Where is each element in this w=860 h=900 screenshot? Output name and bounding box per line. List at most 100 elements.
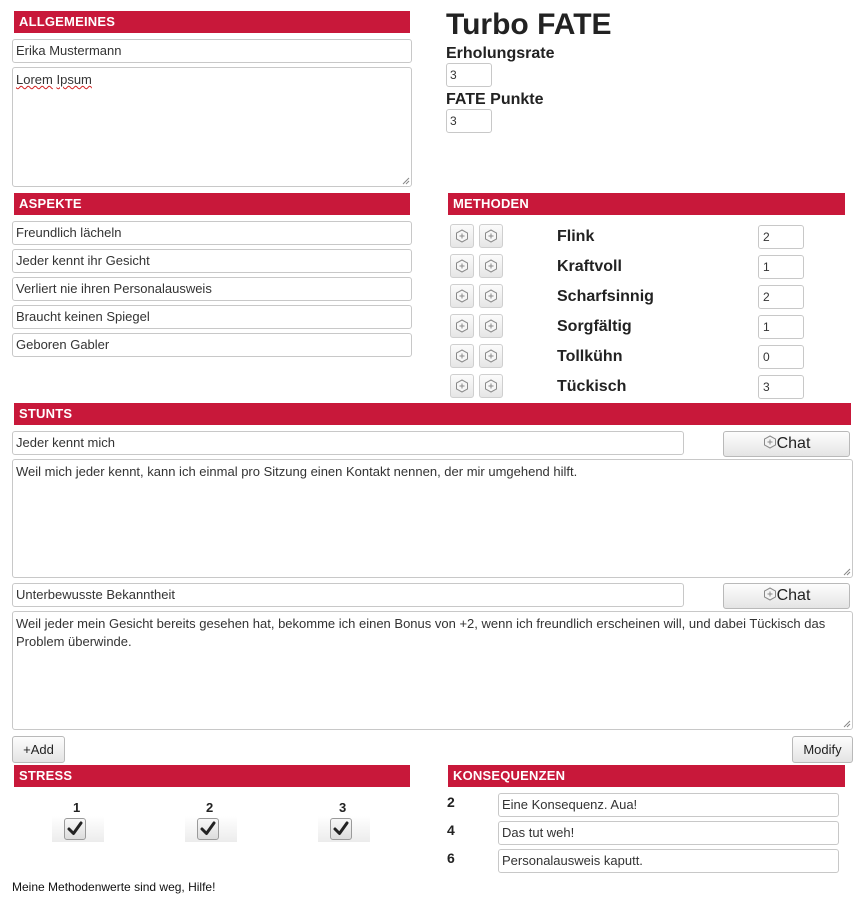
roll-die-button[interactable] <box>450 344 474 368</box>
fate-points-input[interactable]: 3 <box>446 109 492 133</box>
consequence-input[interactable]: Eine Konsequenz. Aua! <box>498 793 839 817</box>
stress-checkbox[interactable] <box>330 818 352 840</box>
approach-label: Tollkühn <box>557 348 623 365</box>
fate-die-icon <box>456 349 468 363</box>
roll-die-button[interactable] <box>479 254 503 278</box>
stress-box-label: 3 <box>339 800 347 815</box>
roll-die-button[interactable] <box>479 344 503 368</box>
refresh-label: Erholungsrate <box>446 45 555 62</box>
description-word: Ipsum <box>56 72 92 87</box>
stress-checkbox[interactable] <box>64 818 86 840</box>
character-name-input[interactable]: Erika Mustermann <box>12 39 412 63</box>
aspect-input[interactable]: Freundlich lächeln <box>12 221 412 245</box>
fate-die-icon <box>485 289 497 303</box>
stress-box-label: 1 <box>73 800 81 815</box>
roll-die-button[interactable] <box>479 284 503 308</box>
section-header-konsequenzen: KONSEQUENZEN <box>448 765 845 787</box>
approach-label: Scharfsinnig <box>557 288 654 305</box>
roll-die-button[interactable] <box>479 224 503 248</box>
refresh-input[interactable]: 3 <box>446 63 492 87</box>
approach-label: Kraftvoll <box>557 258 622 275</box>
fate-die-icon <box>485 259 497 273</box>
consequence-level: 4 <box>447 822 455 838</box>
stress-box <box>185 816 237 842</box>
consequence-level: 2 <box>447 794 455 810</box>
fate-points-label: FATE Punkte <box>446 91 544 108</box>
checkmark-icon <box>200 821 216 835</box>
roll-die-button[interactable] <box>450 254 474 278</box>
aspect-input[interactable]: Geboren Gabler <box>12 333 412 357</box>
fate-die-icon <box>763 587 776 601</box>
chat-label: Chat <box>776 587 811 604</box>
stunt-description-textarea[interactable]: Weil jeder mein Gesicht bereits gesehen … <box>12 611 853 730</box>
resize-grip-icon[interactable] <box>842 719 851 728</box>
section-header-stunts: STUNTS <box>14 403 851 425</box>
stress-box <box>318 816 370 842</box>
stunt-chat-button[interactable]: Chat <box>723 583 850 609</box>
stunt-name-input[interactable]: Jeder kennt mich <box>12 431 684 455</box>
resize-grip-icon[interactable] <box>401 176 410 185</box>
stunt-description-text: Weil jeder mein Gesicht bereits gesehen … <box>16 616 826 649</box>
approach-row: Tückisch 3 <box>448 373 858 399</box>
aspect-input[interactable]: Braucht keinen Spiegel <box>12 305 412 329</box>
consequence-input[interactable]: Das tut weh! <box>498 821 839 845</box>
roll-die-button[interactable] <box>450 224 474 248</box>
section-header-methoden: METHODEN <box>448 193 845 215</box>
approach-row: Scharfsinnig 2 <box>448 283 858 309</box>
approach-value-input[interactable]: 1 <box>758 315 804 339</box>
character-description-textarea[interactable]: Lorem Ipsum <box>12 67 412 187</box>
approach-label: Tückisch <box>557 378 627 395</box>
approach-label: Flink <box>557 228 595 245</box>
roll-die-button[interactable] <box>479 374 503 398</box>
fate-die-icon <box>485 379 497 393</box>
roll-die-button[interactable] <box>450 284 474 308</box>
stunt-description-text: Weil mich jeder kennt, kann ich einmal p… <box>16 464 578 479</box>
consequence-level: 6 <box>447 850 455 866</box>
fate-die-icon <box>456 229 468 243</box>
approach-value-input[interactable]: 0 <box>758 345 804 369</box>
approach-value-input[interactable]: 1 <box>758 255 804 279</box>
resize-grip-icon[interactable] <box>842 567 851 576</box>
approach-row: Kraftvoll 1 <box>448 253 858 279</box>
modify-button[interactable]: Modify <box>792 736 853 763</box>
fate-die-icon <box>485 319 497 333</box>
stress-checkbox[interactable] <box>197 818 219 840</box>
fate-die-icon <box>485 349 497 363</box>
page-title: Turbo FATE <box>446 8 612 41</box>
checkmark-icon <box>333 821 349 835</box>
approach-row: Flink 2 <box>448 223 858 249</box>
aspect-input[interactable]: Jeder kennt ihr Gesicht <box>12 249 412 273</box>
aspect-input[interactable]: Verliert nie ihren Personalausweis <box>12 277 412 301</box>
section-header-aspekte: ASPEKTE <box>14 193 410 215</box>
description-word: Lorem <box>16 72 53 87</box>
section-header-stress: STRESS <box>14 765 410 787</box>
fate-die-icon <box>485 229 497 243</box>
roll-die-button[interactable] <box>479 314 503 338</box>
stress-track: 1 2 3 <box>0 798 430 848</box>
approach-label: Sorgfältig <box>557 318 632 335</box>
approach-row: Tollkühn 0 <box>448 343 858 369</box>
checkmark-icon <box>67 821 83 835</box>
fate-die-icon <box>456 259 468 273</box>
approach-row: Sorgfältig 1 <box>448 313 858 339</box>
add-stunt-button[interactable]: +Add <box>12 736 65 763</box>
stunt-chat-button[interactable]: Chat <box>723 431 850 457</box>
roll-die-button[interactable] <box>450 314 474 338</box>
stunt-name-input[interactable]: Unterbewusste Bekanntheit <box>12 583 684 607</box>
approach-value-input[interactable]: 2 <box>758 285 804 309</box>
fate-die-icon <box>456 319 468 333</box>
approach-value-input[interactable]: 3 <box>758 375 804 399</box>
fate-die-icon <box>456 289 468 303</box>
approach-value-input[interactable]: 2 <box>758 225 804 249</box>
stress-box-label: 2 <box>206 800 214 815</box>
stunt-description-textarea[interactable]: Weil mich jeder kennt, kann ich einmal p… <box>12 459 853 578</box>
chat-label: Chat <box>776 435 811 452</box>
section-header-allgemeines: ALLGEMEINES <box>14 11 410 33</box>
fate-die-icon <box>456 379 468 393</box>
fate-die-icon <box>763 435 776 449</box>
consequence-input[interactable]: Personalausweis kaputt. <box>498 849 839 873</box>
roll-die-button[interactable] <box>450 374 474 398</box>
stress-box <box>52 816 104 842</box>
footer-note: Meine Methodenwerte sind weg, Hilfe! <box>12 880 216 894</box>
approaches-list: Flink 2 Kraftvoll 1 Scharfsinnig 2 Sorgfältig 1… <box>448 220 858 400</box>
